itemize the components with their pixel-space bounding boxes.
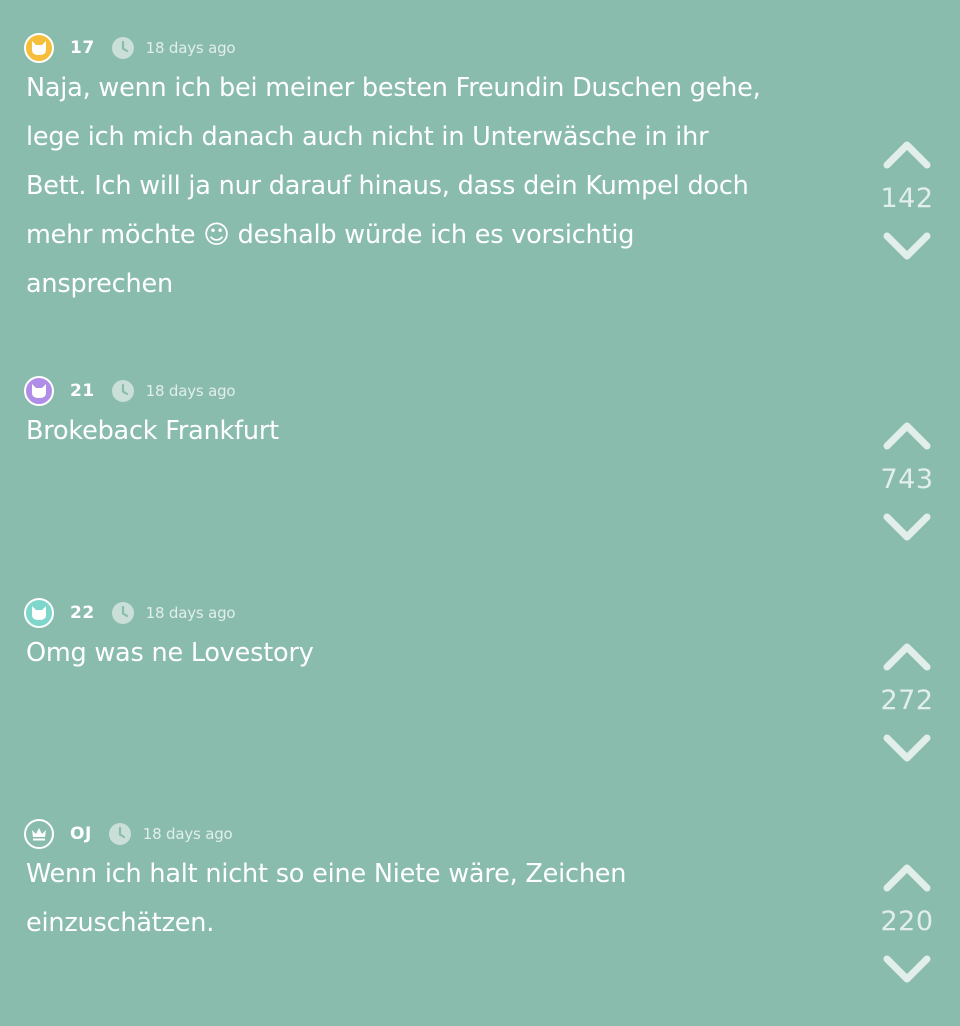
reply-feed: 17 18 days ago Naja, wenn ich bei meiner…: [0, 0, 960, 1026]
cat-icon: [24, 598, 54, 628]
upvote-icon[interactable]: [883, 639, 931, 671]
clock-icon: [111, 379, 135, 403]
reply-meta: 21 18 days ago: [24, 374, 236, 408]
downvote-icon[interactable]: [883, 955, 931, 987]
clock-icon: [111, 601, 135, 625]
downvote-icon[interactable]: [883, 232, 931, 264]
upvote-icon[interactable]: [883, 860, 931, 892]
reply-meta: 22 18 days ago: [24, 596, 236, 630]
downvote-icon[interactable]: [883, 513, 931, 545]
vote-control: 743: [866, 418, 948, 558]
crown-icon: [24, 819, 54, 849]
downvote-icon[interactable]: [883, 734, 931, 766]
vote-control: 142: [866, 137, 948, 277]
vote-count: 220: [880, 906, 934, 937]
cat-icon: [24, 376, 54, 406]
author-handle: OJ: [70, 824, 92, 844]
timestamp: 18 days ago: [145, 39, 236, 57]
reply-text: Naja, wenn ich bei meiner besten Freundi…: [26, 73, 761, 299]
author-handle: 21: [70, 381, 95, 401]
author-handle: 22: [70, 603, 95, 623]
vote-count: 272: [880, 685, 934, 716]
reply-meta: 17 18 days ago: [24, 31, 236, 65]
clock-icon: [108, 822, 132, 846]
timestamp: 18 days ago: [142, 825, 233, 843]
reply-text: Wenn ich halt nicht so eine Niete wäre, …: [26, 859, 627, 938]
timestamp: 18 days ago: [145, 382, 236, 400]
timestamp: 18 days ago: [145, 604, 236, 622]
reply-text: Brokeback Frankfurt: [26, 416, 279, 446]
upvote-icon[interactable]: [883, 418, 931, 450]
clock-icon: [111, 36, 135, 60]
cat-icon: [24, 33, 54, 63]
upvote-icon[interactable]: [883, 137, 931, 169]
reply-text: Omg was ne Lovestory: [26, 638, 314, 668]
vote-control: 272: [866, 639, 948, 779]
author-handle: 17: [70, 38, 95, 58]
vote-count: 142: [880, 183, 934, 214]
vote-count: 743: [880, 464, 934, 495]
vote-control: 220: [866, 860, 948, 1000]
reply-meta: OJ 18 days ago: [24, 817, 233, 851]
